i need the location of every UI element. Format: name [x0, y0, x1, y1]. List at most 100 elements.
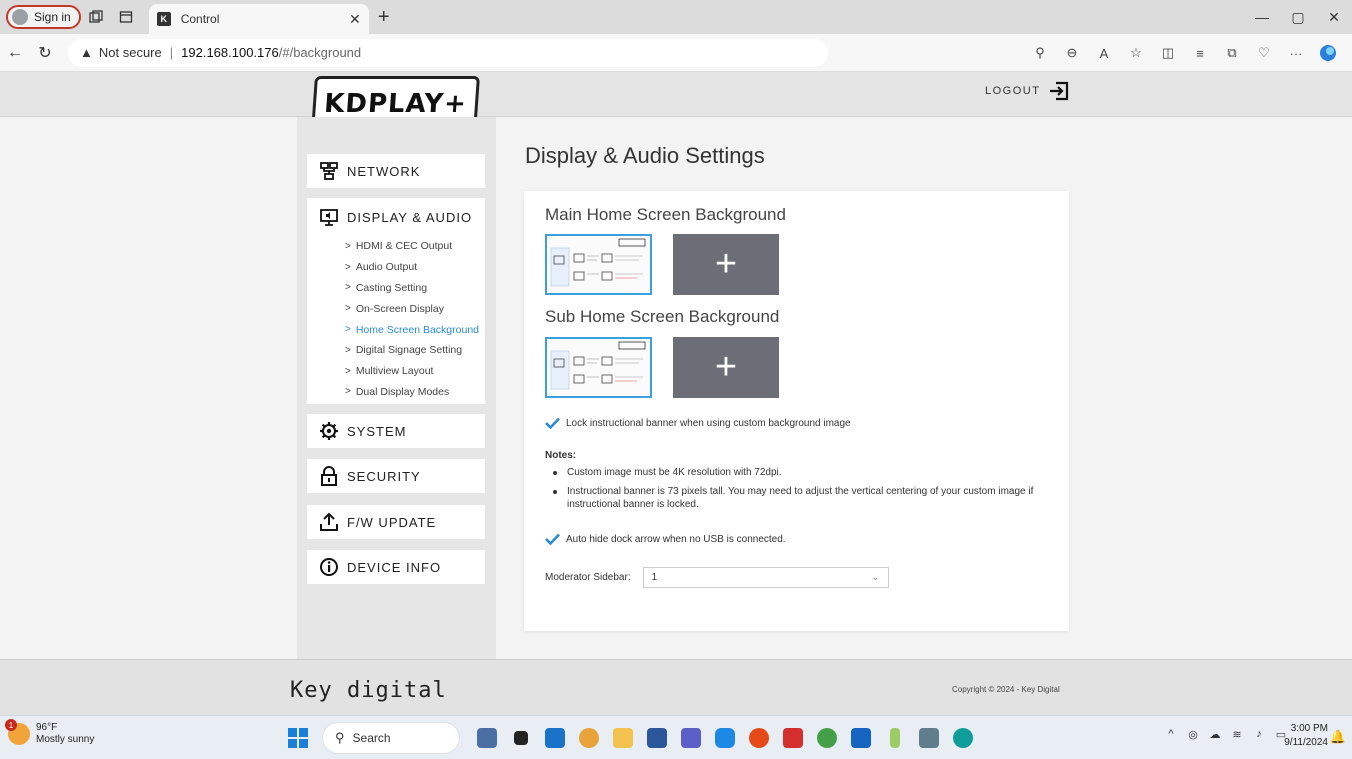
app-icon[interactable] — [708, 722, 742, 754]
submenu-digital-signage[interactable]: > Digital Signage Setting — [345, 340, 485, 361]
chevron-right-icon: > — [345, 240, 351, 252]
back-arrow-icon[interactable]: ← — [0, 38, 30, 68]
auto-hide-checkbox[interactable]: Auto hide dock arrow when no USB is conn… — [545, 533, 786, 545]
word-app-icon[interactable] — [640, 722, 674, 754]
favorite-star-icon[interactable]: ☆ — [1120, 38, 1152, 68]
edge-app-icon[interactable] — [946, 722, 980, 754]
logout-button[interactable]: LOGOUT — [985, 80, 1070, 102]
submenu-on-screen-display[interactable]: > On-Screen Display — [345, 298, 485, 319]
moderator-value: 1 — [651, 572, 658, 583]
add-sub-bg-button[interactable]: + — [673, 337, 779, 398]
device-info-label: DEVICE INFO — [347, 559, 442, 575]
refresh-icon[interactable]: ↻ — [30, 38, 60, 68]
split-screen-icon[interactable]: ◫ — [1152, 38, 1184, 68]
main-bg-thumbnail[interactable] — [545, 234, 652, 295]
read-aloud-icon[interactable]: A — [1088, 38, 1120, 68]
weather-condition: Mostly sunny — [36, 734, 95, 745]
gear-icon — [320, 422, 338, 440]
add-main-bg-button[interactable]: + — [673, 234, 779, 295]
submenu-label: Dual Display Modes — [355, 385, 450, 398]
submenu-home-screen-background[interactable]: > Home Screen Background — [345, 319, 485, 340]
chrome-app-icon[interactable] — [572, 722, 606, 754]
app-icon[interactable] — [878, 722, 912, 754]
submenu-hdmi-cec[interactable]: > HDMI & CEC Output — [345, 236, 485, 257]
weather-widget[interactable]: 1 96°F Mostly sunny — [5, 719, 95, 746]
fw-update-label: F/W UPDATE — [347, 514, 437, 530]
task-view-icon[interactable] — [504, 722, 538, 754]
browser-tab-control[interactable]: K Control ✕ — [148, 4, 369, 34]
permissions-icon[interactable]: ⚲ — [1024, 38, 1056, 68]
background-preview-image — [547, 339, 650, 396]
notes-list: Custom image must be 4K resolution with … — [545, 466, 1050, 511]
submenu-label: Casting Setting — [355, 281, 428, 294]
widgets-app-icon[interactable] — [470, 722, 504, 754]
moderator-sidebar-select[interactable]: 1 ⌄ — [642, 567, 889, 588]
submenu-multiview-layout[interactable]: > Multiview Layout — [345, 361, 485, 382]
menu-system[interactable]: SYSTEM — [307, 414, 485, 448]
sub-bg-thumbnail[interactable] — [545, 337, 652, 398]
app-icon[interactable] — [912, 722, 946, 754]
lock-banner-label: Lock instructional banner when using cus… — [566, 417, 851, 429]
notification-bell-icon[interactable]: 🔔 — [1330, 729, 1346, 745]
network-label: NETWORK — [347, 163, 421, 179]
chevron-right-icon: > — [345, 261, 351, 273]
submenu-casting-setting[interactable]: > Casting Setting — [345, 278, 485, 299]
start-button-icon[interactable] — [288, 728, 308, 748]
clock[interactable]: 3:00 PM 9/11/2024 — [1284, 722, 1328, 750]
wifi-icon[interactable]: ≋ — [1226, 728, 1248, 741]
browser-essentials-icon[interactable]: ♡ — [1248, 38, 1280, 68]
close-window-icon[interactable]: ✕ — [1316, 0, 1352, 34]
sign-in-button[interactable]: Sign in — [6, 5, 81, 29]
close-tab-icon[interactable]: ✕ — [349, 11, 361, 28]
lock-banner-checkbox[interactable]: Lock instructional banner when using cus… — [545, 417, 851, 429]
menu-display-audio[interactable]: DISPLAY & AUDIO — [307, 198, 485, 236]
taskbar-apps — [470, 722, 980, 754]
browser-tab-bar: Sign in K Control ✕ + — ▢ ✕ — [0, 0, 1352, 34]
security-label: SECURITY — [347, 468, 421, 484]
tab-actions-icon[interactable] — [111, 3, 141, 31]
taskbar-search[interactable]: ⚲ Search — [322, 722, 460, 754]
submenu-dual-display-modes[interactable]: > Dual Display Modes — [345, 382, 485, 403]
restore-icon[interactable]: ▢ — [1280, 0, 1316, 34]
sign-in-label: Sign in — [34, 10, 71, 24]
weather-sun-icon: 1 — [5, 719, 30, 745]
teams-app-icon[interactable] — [674, 722, 708, 754]
app-icon[interactable] — [844, 722, 878, 754]
volume-icon[interactable]: ♪ — [1248, 728, 1270, 741]
network-tray-icon[interactable]: ◎ — [1182, 728, 1204, 741]
main-bg-title: Main Home Screen Background — [545, 205, 786, 224]
address-bar-row: ← ↻ ▲ Not secure | 192.168.100.176 /#/ba… — [0, 34, 1352, 72]
cloud-icon[interactable]: ☁ — [1204, 728, 1226, 741]
copilot-icon[interactable] — [1312, 38, 1344, 68]
collections-icon[interactable]: ⧉ — [1216, 38, 1248, 68]
zoom-icon[interactable]: ⊖ — [1056, 38, 1088, 68]
workspaces-icon[interactable] — [81, 3, 111, 31]
submenu-label: Digital Signage Setting — [355, 344, 463, 357]
moderator-label: Moderator Sidebar: — [545, 572, 631, 583]
url-host: 192.168.100.176 — [181, 45, 279, 60]
menu-fw-update[interactable]: F/W UPDATE — [307, 505, 485, 539]
logo-text: KDPLAY+ — [323, 89, 468, 119]
key-digital-logo: Key digital — [290, 678, 447, 703]
chrome-profile-icon[interactable] — [810, 722, 844, 754]
more-menu-icon[interactable]: ··· — [1280, 38, 1312, 68]
chevron-up-icon[interactable]: ^ — [1160, 728, 1182, 741]
menu-device-info[interactable]: DEVICE INFO — [307, 550, 485, 584]
app-icon[interactable] — [742, 722, 776, 754]
chevron-right-icon: > — [345, 365, 351, 377]
minimize-icon[interactable]: — — [1244, 0, 1280, 34]
menu-network[interactable]: NETWORK — [307, 154, 485, 188]
background-preview-image — [547, 236, 650, 293]
file-explorer-icon[interactable] — [606, 722, 640, 754]
info-icon — [320, 558, 338, 576]
system-tray: ^ ◎ ☁ ≋ ♪ ▭ — [1160, 728, 1292, 741]
menu-security[interactable]: SECURITY — [307, 459, 485, 493]
favorites-icon[interactable]: ≡ — [1184, 38, 1216, 68]
kd-favicon-icon: K — [156, 12, 171, 26]
url-field[interactable]: ▲ Not secure | 192.168.100.176 /#/backgr… — [68, 38, 828, 67]
chevron-right-icon: > — [345, 324, 351, 336]
outlook-app-icon[interactable] — [538, 722, 572, 754]
submenu-audio-output[interactable]: > Audio Output — [345, 257, 485, 278]
acrobat-app-icon[interactable] — [776, 722, 810, 754]
new-tab-icon[interactable]: + — [369, 6, 399, 29]
